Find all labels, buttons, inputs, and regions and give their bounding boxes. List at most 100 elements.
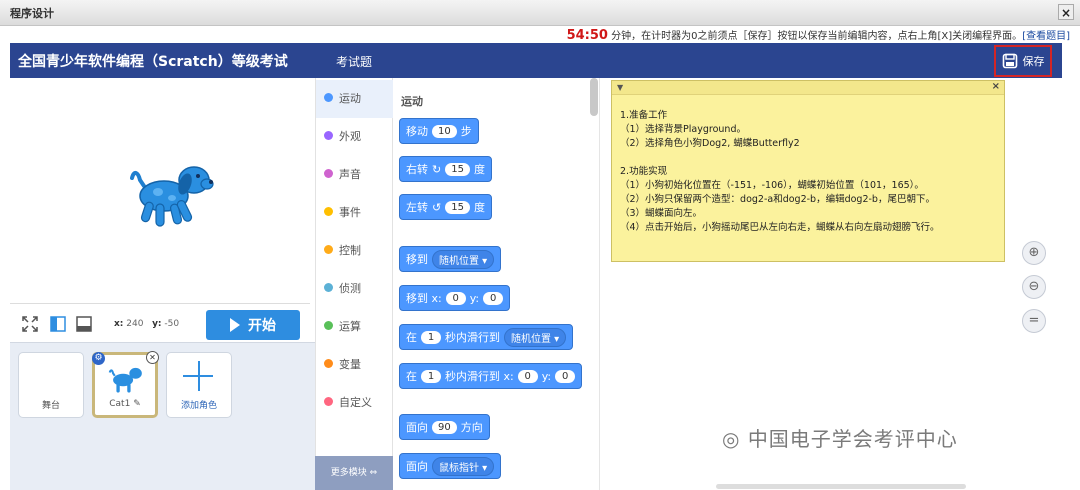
zoom-reset-icon[interactable]: = — [1022, 309, 1046, 333]
category-dot — [324, 321, 333, 330]
window-close-button[interactable]: × — [1058, 4, 1074, 20]
category-my-blocks[interactable]: 自定义 — [316, 384, 394, 422]
add-sprite-button[interactable]: 添加角色 — [166, 352, 232, 418]
category-dot — [324, 359, 333, 368]
more-blocks-button[interactable]: 更多模块 ⇔ — [315, 456, 393, 490]
dropdown[interactable]: 随机位置 ▾ — [504, 327, 567, 347]
small-stage-icon[interactable] — [50, 316, 66, 332]
category-motion[interactable]: 运动 — [316, 80, 394, 118]
number-input[interactable]: 15 — [445, 162, 470, 176]
save-label: 保存 — [1022, 55, 1045, 68]
coord-y-value: -50 — [164, 319, 180, 329]
number-input[interactable]: 0 — [445, 291, 466, 305]
category-control[interactable]: 控制 — [316, 232, 394, 270]
category-variables[interactable]: 变量 — [316, 346, 394, 384]
plus-icon — [183, 361, 215, 393]
number-input[interactable]: 0 — [483, 291, 504, 305]
header-bar: 全国青少年软件编程（Scratch）等级考试 考试题 保存 — [10, 43, 1062, 78]
block-go-to[interactable]: 移到 随机位置 ▾ — [399, 246, 502, 272]
window-title: 程序设计 — [10, 7, 54, 20]
coordinates-readout: x: 240 y: -50 — [114, 319, 179, 329]
category-dot — [324, 245, 333, 254]
rotate-left-icon: ↺ — [432, 200, 442, 214]
watermark: ◎ 中国电子学会考评中心 — [722, 427, 958, 451]
number-input[interactable]: 0 — [517, 369, 538, 383]
delete-sprite-icon[interactable]: ✕ — [146, 351, 159, 364]
block-palette: 运动 移动 10 步 右转 ↻ 15 度 左转 ↺ 15 度 移到 随机位置 ▾ 移到 x: 0 y:… — [393, 78, 600, 490]
edit-pencil-icon[interactable]: ✎ — [133, 399, 141, 409]
dropdown[interactable]: 随机位置 ▾ — [432, 249, 495, 269]
page-title: 全国青少年软件编程（Scratch）等级考试 — [18, 54, 288, 70]
note-line: （4）点击开始后，小狗摇动尾巴从左向右走，蝴蝶从右向左扇动翅膀飞行。 — [620, 222, 940, 233]
number-input[interactable]: 15 — [445, 200, 470, 214]
wechat-icon: ◎ — [722, 427, 741, 451]
zoom-out-icon[interactable]: ⊖ — [1022, 275, 1046, 299]
stage-canvas[interactable] — [10, 78, 310, 304]
block-go-to-xy[interactable]: 移到 x: 0 y: 0 — [399, 285, 511, 311]
block-glide-to[interactable]: 在 1 秒内滑行到 随机位置 ▾ — [399, 324, 574, 350]
gear-icon[interactable]: ⚙ — [92, 352, 105, 365]
zoom-in-icon[interactable]: ⊕ — [1022, 241, 1046, 265]
note-line: （3）蝴蝶面向左。 — [620, 208, 703, 219]
block-move-steps[interactable]: 移动 10 步 — [399, 118, 479, 144]
stage-thumbnail[interactable]: 舞台 — [18, 352, 84, 418]
stage-label: 舞台 — [41, 401, 60, 411]
tab-exam-question[interactable]: 考试题 — [336, 53, 372, 70]
block-turn-left[interactable]: 左转 ↺ 15 度 — [399, 194, 492, 220]
notice-message: 分钟，在计时器为0之前须点［保存］按钮以保存当前编辑内容，点右上角[X]关闭编程… — [607, 31, 1023, 42]
add-sprite-label: 添加角色 — [180, 401, 217, 411]
coord-x-value: 240 — [126, 319, 144, 329]
task-note: ▼ × 1.准备工作 （1）选择背景Playground。 （2）选择角色小狗D… — [611, 80, 1005, 262]
note-header: ▼ × — [612, 81, 1004, 95]
block-categories: 运动 外观 声音 事件 控制 侦测 运算 变量 自定义 — [315, 78, 394, 490]
category-sensing[interactable]: 侦测 — [316, 270, 394, 308]
block-point-towards[interactable]: 面向 鼠标指针 ▾ — [399, 453, 502, 479]
start-button[interactable]: 开始 — [206, 310, 300, 340]
category-dot — [324, 131, 333, 140]
category-looks[interactable]: 外观 — [316, 118, 394, 156]
block-glide-to-xy[interactable]: 在 1 秒内滑行到 x: 0 y: 0 — [399, 363, 583, 389]
sprite-thumbnail-cat1[interactable]: ⚙ ✕ Cat1 ✎ — [92, 351, 159, 418]
rotate-right-icon: ↻ — [432, 162, 442, 176]
timer-notice: 54:50 分钟，在计时器为0之前须点［保存］按钮以保存当前编辑内容，点右上角[… — [0, 26, 1080, 43]
play-icon — [230, 318, 240, 332]
number-input[interactable]: 10 — [432, 124, 457, 138]
note-line: （2）小狗只保留两个造型：dog2-a和dog2-b，编辑dog2-b，尾巴朝下… — [620, 194, 935, 205]
window-titlebar: 程序设计 × — [0, 0, 1080, 26]
horizontal-scrollbar[interactable] — [716, 484, 966, 489]
palette-header: 运动 — [401, 95, 423, 108]
block-point-in-direction[interactable]: 面向 90 方向 — [399, 414, 490, 440]
save-button[interactable]: 保存 — [994, 45, 1052, 77]
sprite-dog-icon — [108, 367, 142, 393]
category-dot — [324, 397, 333, 406]
view-question-link[interactable]: [查看题目] — [1022, 31, 1070, 42]
collapse-icon[interactable]: ▼ — [617, 83, 623, 92]
category-dot — [324, 283, 333, 292]
palette-scrollbar[interactable] — [590, 78, 598, 116]
category-dot — [324, 207, 333, 216]
note-line: （2）选择角色小狗Dog2, 蝴蝶Butterfly2 — [620, 138, 800, 149]
sprite-panel: 舞台 ⚙ ✕ Cat1 ✎ 添加角色 — [10, 342, 315, 490]
note-line: （1）小狗初始化位置在（-151，-106），蝴蝶初始位置（101，165）。 — [620, 180, 924, 191]
coord-x-label: x: — [114, 319, 124, 329]
coord-y-label: y: — [152, 319, 162, 329]
block-turn-right[interactable]: 右转 ↻ 15 度 — [399, 156, 492, 182]
dropdown[interactable]: 鼠标指针 ▾ — [432, 456, 495, 476]
number-input[interactable]: 1 — [421, 369, 441, 383]
fullscreen-icon[interactable] — [22, 316, 38, 332]
category-dot — [324, 93, 333, 102]
save-icon — [1002, 53, 1017, 69]
category-dot — [324, 169, 333, 178]
start-label: 开始 — [248, 318, 276, 334]
note-line: 1.准备工作 — [620, 110, 668, 121]
large-stage-icon[interactable] — [76, 316, 92, 332]
category-operators[interactable]: 运算 — [316, 308, 394, 346]
note-close-icon[interactable]: × — [992, 81, 1000, 92]
number-input[interactable]: 0 — [555, 369, 576, 383]
note-line: 2.功能实现 — [620, 166, 668, 177]
category-events[interactable]: 事件 — [316, 194, 394, 232]
number-input[interactable]: 90 — [432, 420, 457, 434]
countdown-timer: 54:50 — [566, 28, 608, 43]
number-input[interactable]: 1 — [421, 330, 441, 344]
category-sound[interactable]: 声音 — [316, 156, 394, 194]
